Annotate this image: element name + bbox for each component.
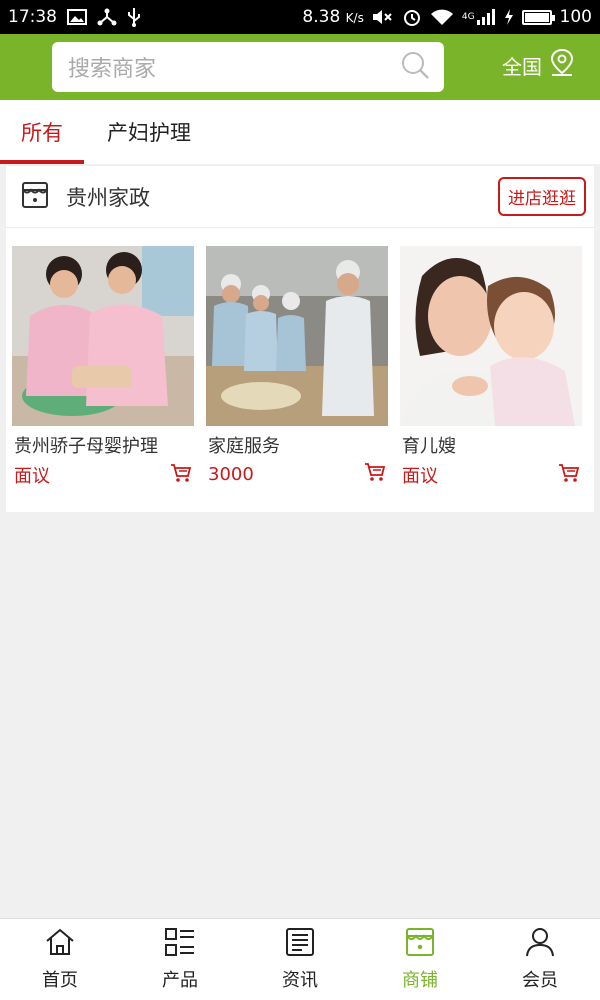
mute-icon <box>372 8 394 26</box>
shop-card: 贵州家政 进店逛逛 贵州骄子母婴护理 面议 家庭服务 3000 育儿嫂 面议 <box>6 166 594 512</box>
member-icon[interactable] <box>524 927 556 962</box>
product-card[interactable]: 贵州骄子母婴护理 面议 <box>12 246 196 488</box>
nav-member-label[interactable]: 会员 <box>522 966 558 992</box>
tab-all[interactable]: 所有 <box>0 100 84 164</box>
product-price: 面议 <box>14 466 50 487</box>
product-card[interactable]: 家庭服务 3000 <box>206 246 390 486</box>
shop-icon <box>20 180 50 214</box>
product-image[interactable] <box>206 246 388 426</box>
battery-icon <box>521 9 555 25</box>
category-tabs: 所有 产妇护理 <box>0 100 600 164</box>
nav-shops[interactable]: 商铺 <box>360 919 480 1000</box>
product-card[interactable]: 育儿嫂 面议 <box>400 246 584 488</box>
cart-icon[interactable] <box>170 463 192 487</box>
home-icon[interactable] <box>44 927 76 962</box>
shop-header: 贵州家政 进店逛逛 <box>6 166 594 228</box>
product-price: 面议 <box>402 466 438 487</box>
cart-icon[interactable] <box>558 463 580 487</box>
product-image[interactable] <box>12 246 194 426</box>
charging-icon <box>504 8 514 26</box>
nav-member[interactable]: 会员 <box>480 919 600 1000</box>
product-price: 3000 <box>208 463 254 485</box>
image-notification-icon <box>67 9 87 25</box>
nav-news-label[interactable]: 资讯 <box>282 966 318 992</box>
bottom-nav: 首页 产品 资讯 商铺 会员 <box>0 918 600 1000</box>
battery-level: 100 <box>559 7 592 27</box>
region-selector[interactable]: 全国 <box>502 48 576 83</box>
product-name[interactable]: 贵州骄子母婴护理 <box>12 432 196 458</box>
nav-products-label[interactable]: 产品 <box>162 966 198 992</box>
nav-shops-label[interactable]: 商铺 <box>402 966 438 992</box>
product-image[interactable] <box>400 246 582 426</box>
share-notification-icon <box>97 8 117 26</box>
product-name[interactable]: 育儿嫂 <box>400 432 584 458</box>
shop-icon[interactable] <box>404 927 436 962</box>
search-icon[interactable] <box>400 50 430 84</box>
location-pin-icon[interactable] <box>548 48 576 83</box>
status-time: 17:38 <box>8 7 57 27</box>
nav-home-label[interactable]: 首页 <box>42 966 78 992</box>
usb-icon <box>127 7 141 27</box>
nav-home[interactable]: 首页 <box>0 919 120 1000</box>
nav-news[interactable]: 资讯 <box>240 919 360 1000</box>
search-placeholder[interactable]: 搜索商家 <box>68 51 400 83</box>
product-list-icon[interactable] <box>164 927 196 962</box>
alarm-icon <box>402 7 422 27</box>
network-speed: 8.38 K/s <box>302 7 364 27</box>
status-bar: 17:38 8.38 K/s 4G 100 <box>0 0 600 34</box>
enter-shop-button[interactable]: 进店逛逛 <box>498 177 586 216</box>
tab-maternity-care[interactable]: 产妇护理 <box>84 100 214 164</box>
app-header: 搜索商家 全国 <box>0 34 600 100</box>
news-icon[interactable] <box>284 927 316 962</box>
cart-icon[interactable] <box>364 462 386 486</box>
search-bar[interactable]: 搜索商家 <box>52 42 444 92</box>
shop-name: 贵州家政 <box>66 185 150 210</box>
wifi-icon <box>430 8 454 26</box>
region-label[interactable]: 全国 <box>502 51 542 80</box>
product-name[interactable]: 家庭服务 <box>206 432 390 458</box>
signal-icon: 4G <box>462 8 496 26</box>
nav-products[interactable]: 产品 <box>120 919 240 1000</box>
